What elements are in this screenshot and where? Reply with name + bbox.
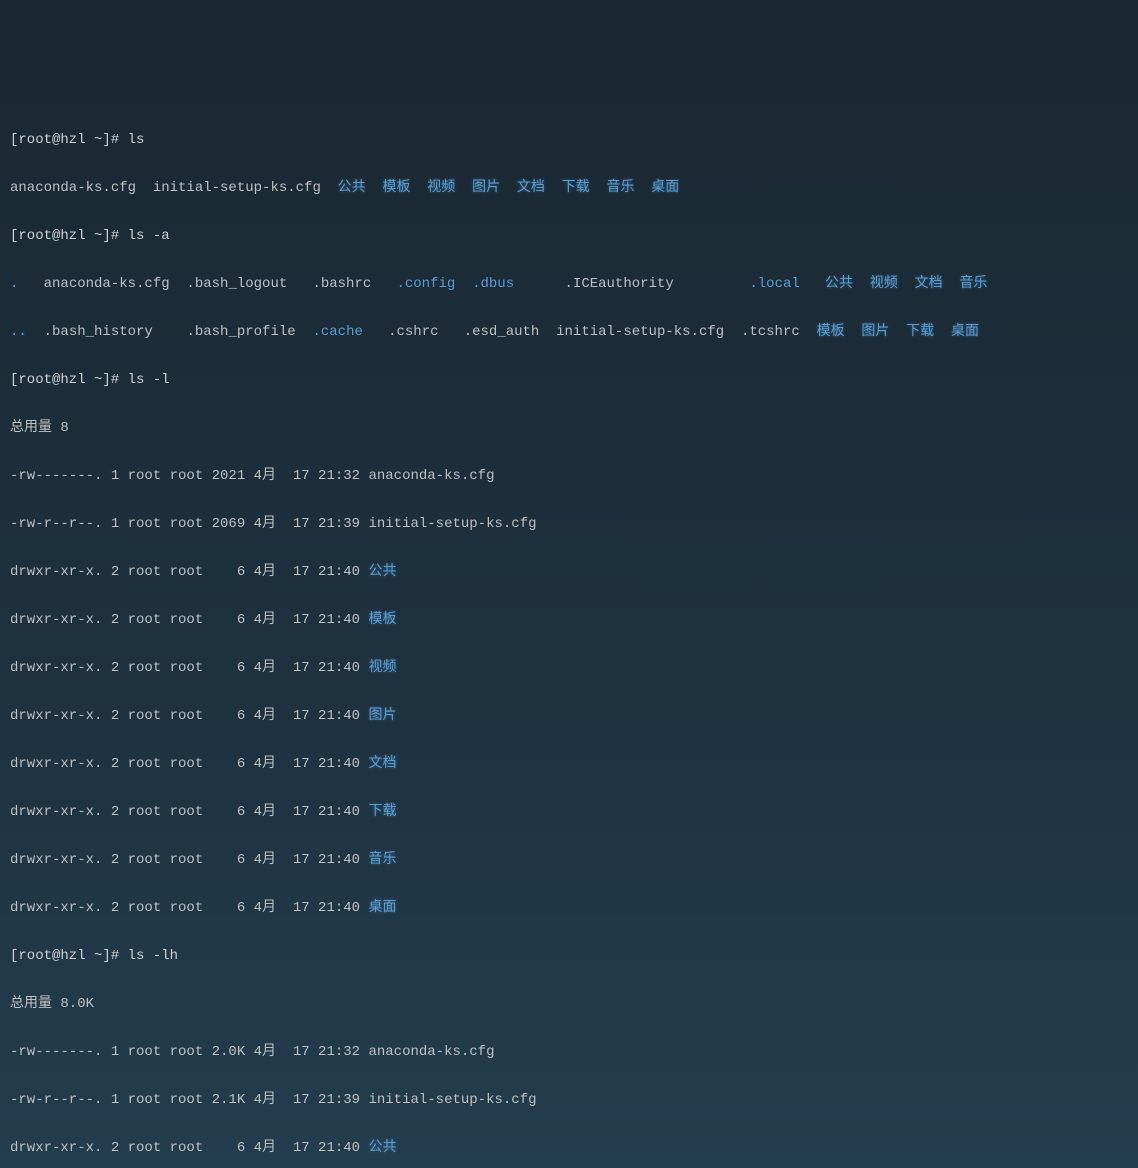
shell-prompt: [root@hzl ~]# ls -a [10,228,170,244]
dir-local: .local [749,276,799,292]
shell-prompt: [root@hzl ~]# ls [10,132,144,148]
dir-name: 图片 [368,708,396,724]
file-row: drwxr-xr-x. 2 root root 6 4月 17 21:40 [10,708,368,724]
file-row: drwxr-xr-x. 2 root root 6 4月 17 21:40 [10,756,368,772]
dir-list: 模板 图片 下载 桌面 [817,324,979,340]
dir-dotdot: .. [10,324,27,340]
dir-name: 下载 [368,804,396,820]
shell-prompt: [root@hzl ~]# ls -l [10,372,170,388]
dir-name: 桌面 [368,900,396,916]
dir-name: 公共 [368,1140,396,1156]
file-name: anaconda-ks.cfg [368,1044,494,1060]
dir-cache: .cache [312,324,362,340]
dir-name: 音乐 [368,852,396,868]
file-list: .bash_history .bash_profile [27,324,313,340]
file-row: drwxr-xr-x. 2 root root 6 4月 17 21:40 [10,564,368,580]
file-list: .ICEauthority [514,276,749,292]
total-line: 总用量 8 [10,420,69,436]
file-row: drwxr-xr-x. 2 root root 6 4月 17 21:40 [10,1140,368,1156]
file-row: drwxr-xr-x. 2 root root 6 4月 17 21:40 [10,612,368,628]
dir-list: 公共 模板 视频 图片 文档 下载 音乐 桌面 [338,180,680,196]
dir-list: 公共 视频 文档 音乐 [825,276,987,292]
dir-dbus: .dbus [472,276,514,292]
shell-prompt: [root@hzl ~]# ls -lh [10,948,178,964]
file-list: anaconda-ks.cfg initial-setup-ks.cfg [10,180,338,196]
file-row: drwxr-xr-x. 2 root root 6 4月 17 21:40 [10,852,368,868]
file-row: -rw-r--r--. 1 root root 2.1K 4月 17 21:39 [10,1092,368,1108]
file-row: -rw-------. 1 root root 2021 4月 17 21:32 [10,468,368,484]
file-row: drwxr-xr-x. 2 root root 6 4月 17 21:40 [10,804,368,820]
dir-name: 视频 [368,660,396,676]
file-list: .cshrc .esd_auth initial-setup-ks.cfg .t… [363,324,817,340]
dir-name: 公共 [368,564,396,580]
terminal-output: [root@hzl ~]# ls anaconda-ks.cfg initial… [10,104,1128,1168]
file-row: -rw-------. 1 root root 2.0K 4月 17 21:32 [10,1044,368,1060]
file-name: anaconda-ks.cfg [368,468,494,484]
dir-config: .config [396,276,455,292]
total-line: 总用量 8.0K [10,996,94,1012]
file-row: -rw-r--r--. 1 root root 2069 4月 17 21:39 [10,516,368,532]
dir-name: 文档 [368,756,396,772]
file-name: initial-setup-ks.cfg [368,1092,536,1108]
dir-name: 模板 [368,612,396,628]
file-name: initial-setup-ks.cfg [368,516,536,532]
file-list: anaconda-ks.cfg .bash_logout .bashrc [18,276,396,292]
file-row: drwxr-xr-x. 2 root root 6 4月 17 21:40 [10,660,368,676]
file-row: drwxr-xr-x. 2 root root 6 4月 17 21:40 [10,900,368,916]
